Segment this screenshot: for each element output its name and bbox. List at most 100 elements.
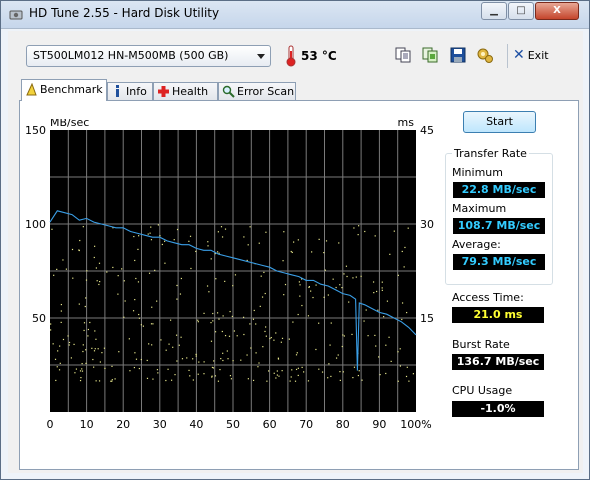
access-time-point (232, 285, 234, 287)
tab-health[interactable]: Health (153, 82, 218, 101)
access-time-point (289, 380, 291, 382)
access-time-point (176, 360, 178, 362)
start-button[interactable]: Start (463, 111, 536, 133)
tab-error-scan[interactable]: Error Scan (218, 82, 296, 101)
access-time-point (149, 232, 151, 234)
access-time-point (197, 373, 199, 375)
access-time-point (404, 246, 406, 249)
access-time-point (168, 343, 170, 345)
tab-label: Error Scan (237, 85, 295, 98)
close-button[interactable]: X (535, 2, 579, 20)
access-time-point (197, 319, 199, 321)
tab-benchmark[interactable]: Benchmark (21, 79, 107, 101)
access-time-point (54, 358, 57, 360)
title-bar[interactable]: HD Tune 2.55 - Hard Disk Utility ▁ □ X (1, 1, 589, 29)
access-time-point (215, 278, 217, 280)
access-time-point (281, 337, 284, 339)
access-time-point (111, 380, 113, 382)
access-time-point (283, 294, 285, 296)
access-time-point (112, 266, 114, 269)
access-time-point (389, 253, 391, 255)
access-time-point (375, 290, 378, 293)
access-time-point (220, 358, 222, 360)
x-tick-label: 50 (226, 418, 240, 431)
info-icon (116, 85, 119, 97)
benchmark-chart: MB/sec ms 0 10 20 30 40 50 60 70 80 90 100% 50 100 15… (26, 119, 446, 464)
access-time-point (341, 345, 343, 348)
access-time-point (65, 268, 68, 270)
access-time-point (95, 338, 97, 340)
burst-rate-value: 136.7 MB/sec (452, 354, 544, 370)
access-time-point (329, 344, 331, 346)
access-time-point (385, 372, 387, 375)
access-time-point (303, 371, 305, 373)
access-time-point (188, 240, 190, 242)
x-tick-label: 40 (189, 418, 203, 431)
copy-text-icon[interactable] (394, 46, 412, 64)
access-time-point (243, 236, 245, 238)
copy-screenshot-icon[interactable] (421, 46, 439, 64)
access-time-point (146, 359, 148, 362)
tab-info[interactable]: Info (107, 82, 153, 101)
magnifier-icon (222, 85, 235, 98)
access-time-point (249, 323, 251, 325)
benchmark-icon (26, 83, 37, 96)
access-time-point (53, 274, 55, 276)
access-time-point (258, 362, 260, 364)
access-time-point (232, 360, 234, 362)
access-time-point (95, 380, 97, 382)
access-time-point (339, 379, 341, 381)
access-time-point (406, 366, 408, 368)
access-time-point (328, 363, 330, 365)
access-time-point (164, 240, 166, 242)
access-time-point (85, 362, 87, 364)
access-time-point (353, 227, 355, 229)
maximize-button[interactable]: □ (508, 2, 534, 20)
access-time-point (291, 251, 293, 254)
benchmark-chart-svg: MB/sec ms 0 10 20 30 40 50 60 70 80 90 100% 50 100 15… (26, 119, 434, 431)
access-time-point (58, 369, 61, 371)
x-tick-label: 60 (263, 418, 277, 431)
access-time-point (154, 269, 156, 271)
access-time-point (111, 365, 113, 367)
access-time-point (83, 329, 85, 332)
close-x-icon: ✕ (513, 47, 525, 63)
access-time-point (374, 235, 376, 237)
access-time-point (180, 277, 182, 280)
access-time-point (361, 379, 363, 381)
access-time-point (121, 268, 123, 270)
access-time-point (240, 359, 242, 361)
access-time-point (117, 293, 119, 295)
access-time-point (390, 360, 392, 362)
access-time-point (330, 322, 332, 324)
access-time-point (103, 347, 106, 349)
access-time-point (93, 366, 95, 368)
drive-select[interactable]: ST500LM012 HN-M500MB (500 GB) (26, 45, 271, 67)
access-time-point (264, 330, 266, 333)
options-icon[interactable] (476, 46, 494, 64)
access-time-point (148, 272, 151, 274)
access-time-point (296, 352, 298, 354)
access-time-point (253, 309, 255, 312)
minimize-button[interactable]: ▁ (481, 2, 507, 20)
access-time-point (379, 374, 381, 376)
access-time-point (170, 379, 173, 381)
access-time-point (327, 294, 329, 296)
access-time-point (365, 309, 367, 311)
exit-button[interactable]: ✕ Exit (513, 45, 553, 65)
access-time-point (325, 240, 328, 242)
access-time-label: Access Time: (452, 291, 524, 304)
access-time-point (169, 319, 172, 321)
access-time-point (307, 380, 310, 382)
access-time-point (261, 296, 264, 298)
access-time-point (281, 370, 283, 372)
access-time-point (135, 358, 138, 360)
tab-label: Health (172, 85, 209, 98)
maximum-value: 108.7 MB/sec (453, 218, 545, 234)
access-time-point (212, 312, 214, 315)
access-time-point (377, 309, 379, 311)
save-icon[interactable] (449, 46, 467, 64)
access-time-point (98, 262, 101, 264)
access-time-point (68, 341, 71, 344)
access-time-point (118, 351, 120, 353)
